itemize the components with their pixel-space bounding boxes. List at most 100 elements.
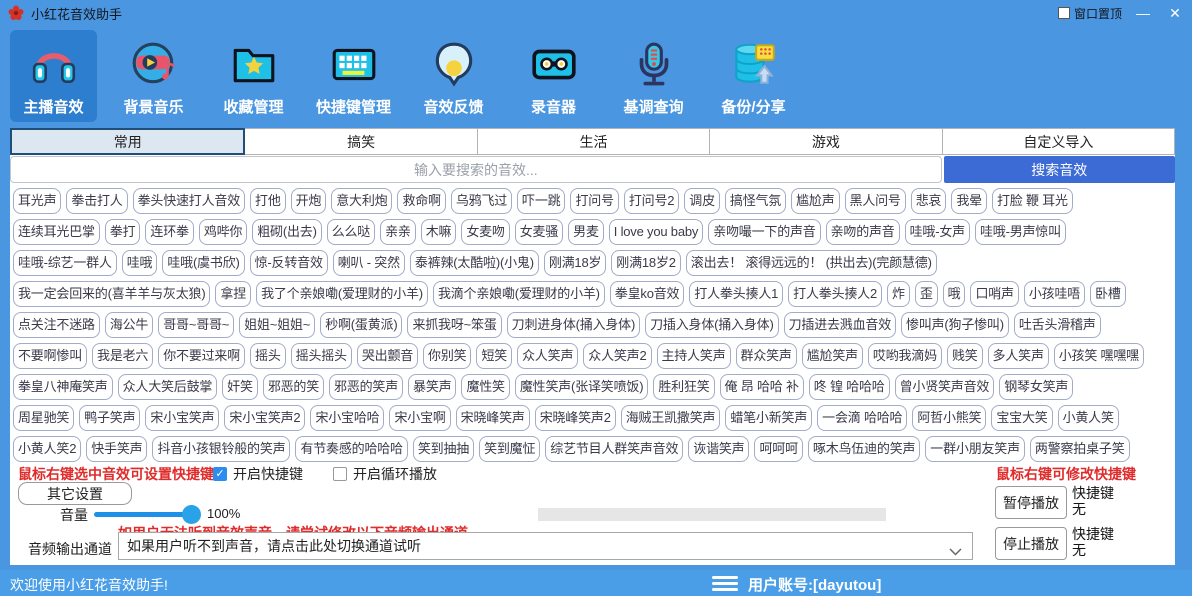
sound-button[interactable]: 喇叭 - 突然 [333, 250, 405, 276]
sound-button[interactable]: 点关注不迷路 [13, 312, 100, 338]
sound-button[interactable]: 快手笑声 [86, 436, 147, 462]
sound-button[interactable]: 口哨声 [970, 281, 1018, 307]
sound-button[interactable]: 贱笑 [947, 343, 983, 369]
sound-button[interactable]: 刀插入身体(捅入身体) [645, 312, 778, 338]
sound-button[interactable]: 乌鸦飞过 [451, 188, 512, 214]
sound-button[interactable]: 邪恶的笑 [263, 374, 324, 400]
sound-button[interactable]: 群众笑声 [736, 343, 797, 369]
sound-button[interactable]: 海贼王凯撒笑声 [621, 405, 721, 431]
sound-button[interactable]: 咚 锽 哈哈哈 [809, 374, 890, 400]
sound-button[interactable]: 拳击打人 [66, 188, 127, 214]
sound-button[interactable]: 拿捏 [215, 281, 251, 307]
tool-headphones[interactable]: 主播音效 [10, 30, 97, 122]
sound-button[interactable]: 调皮 [684, 188, 720, 214]
sound-button[interactable]: 耳光声 [13, 188, 61, 214]
sound-button[interactable]: 打脸 鞭 耳光 [992, 188, 1073, 214]
tool-backup-share[interactable]: 备份/分享 [710, 30, 797, 122]
sound-button[interactable]: 打问号2 [624, 188, 679, 214]
sound-button[interactable]: 拳皇ko音效 [610, 281, 685, 307]
sound-button[interactable]: 我了个亲娘嘞(爱理财的小羊) [256, 281, 428, 307]
tool-star-folder[interactable]: 收藏管理 [210, 30, 297, 122]
sound-button[interactable]: 阿哲小熊笑 [912, 405, 986, 431]
sound-button[interactable]: 尴尬声 [791, 188, 839, 214]
sound-button[interactable]: 宝宝大笑 [991, 405, 1052, 431]
close-button[interactable]: ✕ [1164, 2, 1186, 24]
sound-button[interactable]: 滚出去！ 滚得远远的！ (拱出去)(完颜慧德) [686, 250, 937, 276]
sound-button[interactable]: 哇哦-男声惊叫 [975, 219, 1066, 245]
sound-button[interactable]: 木嘛 [421, 219, 457, 245]
sound-button[interactable]: 来抓我呀~笨蛋 [407, 312, 501, 338]
sound-button[interactable]: 魔性笑 [461, 374, 509, 400]
volume-slider-track[interactable] [94, 512, 191, 517]
pin-on-top-toggle[interactable]: 窗口置顶 [1058, 5, 1122, 22]
sound-button[interactable]: 哎哟我滴妈 [868, 343, 942, 369]
sound-button[interactable]: 有节奏感的哈哈哈 [295, 436, 407, 462]
loop-playback-checkbox[interactable] [333, 467, 347, 481]
tool-keyboard[interactable]: 快捷键管理 [310, 30, 397, 122]
sound-button[interactable]: 拳打 [105, 219, 141, 245]
tab-2[interactable]: 生活 [478, 128, 710, 155]
sound-button[interactable]: 宋小宝哈哈 [310, 405, 384, 431]
sound-button[interactable]: 连续耳光巴掌 [13, 219, 100, 245]
sound-button[interactable]: 打问号 [570, 188, 618, 214]
sound-button[interactable]: 开炮 [291, 188, 327, 214]
sound-button[interactable]: 姐姐~姐姐~ [239, 312, 315, 338]
sound-button[interactable]: 刚满18岁2 [611, 250, 681, 276]
sound-button[interactable]: 歪 [915, 281, 938, 307]
sound-button[interactable]: 男麦 [568, 219, 604, 245]
sound-button[interactable]: 刚满18岁 [544, 250, 606, 276]
sound-button[interactable]: 女麦吻 [461, 219, 509, 245]
sound-button[interactable]: 炸 [887, 281, 910, 307]
sound-button[interactable]: 众人大笑后鼓掌 [118, 374, 218, 400]
sound-button[interactable]: 我是老六 [92, 343, 153, 369]
sound-button[interactable]: 一群小朋友笑声 [925, 436, 1025, 462]
sound-button[interactable]: 宋小宝啊 [389, 405, 450, 431]
minimize-button[interactable]: — [1132, 2, 1154, 24]
sound-button[interactable]: 哥哥~哥哥~ [158, 312, 234, 338]
tab-3[interactable]: 游戏 [710, 128, 942, 155]
sound-button[interactable]: 吓一跳 [517, 188, 565, 214]
pause-playback-button[interactable]: 暂停播放 [995, 486, 1067, 519]
sound-button[interactable]: 众人笑声2 [583, 343, 651, 369]
sound-button[interactable]: 宋晓峰笑声2 [535, 405, 616, 431]
sound-button[interactable]: 哭出颤音 [357, 343, 418, 369]
sound-button[interactable]: 一会滴 哈哈哈 [817, 405, 907, 431]
sound-button[interactable]: 悲哀 [911, 188, 947, 214]
sound-button[interactable]: 惊-反转音效 [250, 250, 328, 276]
other-settings-button[interactable]: 其它设置 [18, 482, 132, 505]
menu-icon[interactable] [712, 576, 738, 594]
sound-button[interactable]: 打人拳头揍人1 [689, 281, 783, 307]
sound-button[interactable]: 主持人笑声 [657, 343, 731, 369]
sound-button[interactable]: 刀刺进身体(捅入身体) [507, 312, 640, 338]
sound-button[interactable]: 宋晓峰笑声 [456, 405, 530, 431]
sound-button[interactable]: 亲亲 [380, 219, 416, 245]
sound-button[interactable]: 哇哦 [122, 250, 158, 276]
audio-output-select[interactable]: 如果用户听不到声音，请点击此处切换通道试听 [118, 532, 973, 560]
sound-button[interactable]: 打他 [250, 188, 286, 214]
sound-button[interactable]: 意大利炮 [331, 188, 392, 214]
sound-button[interactable]: 哦 [943, 281, 966, 307]
sound-button[interactable]: 么么哒 [327, 219, 375, 245]
sound-button[interactable]: 啄木鸟伍迪的笑声 [808, 436, 920, 462]
sound-button[interactable]: 哇哦(虞书欣) [162, 250, 244, 276]
volume-slider-handle[interactable] [182, 505, 201, 524]
sound-button[interactable]: 多人笑声 [988, 343, 1049, 369]
sound-button[interactable]: 笑到抽抽 [413, 436, 474, 462]
sound-button[interactable]: 粗砌(出去) [252, 219, 321, 245]
sound-button[interactable]: 摇头摇头 [291, 343, 352, 369]
sound-button[interactable]: 连环拳 [145, 219, 193, 245]
sound-button[interactable]: 鸭子笑声 [79, 405, 140, 431]
sound-button[interactable]: 卧槽 [1090, 281, 1126, 307]
sound-button[interactable]: 黑人问号 [845, 188, 906, 214]
sound-button[interactable]: 蜡笔小新笑声 [725, 405, 812, 431]
sound-button[interactable]: 综艺节目人群笑声音效 [545, 436, 683, 462]
sound-button[interactable]: 救命啊 [397, 188, 445, 214]
sound-button[interactable]: 小黄人笑2 [13, 436, 81, 462]
sound-button[interactable]: 拳头快速打人音效 [133, 188, 245, 214]
sound-button[interactable]: 吐舌头滑稽声 [1014, 312, 1101, 338]
sound-button[interactable]: 诙谐笑声 [688, 436, 749, 462]
sound-button[interactable]: 泰裤辣(太酷啦)(小鬼) [410, 250, 539, 276]
sound-button[interactable]: 哇哦-女声 [905, 219, 970, 245]
enable-hotkey-checkbox[interactable]: ✓ [213, 467, 227, 481]
tool-cassette[interactable]: 录音器 [510, 30, 597, 122]
